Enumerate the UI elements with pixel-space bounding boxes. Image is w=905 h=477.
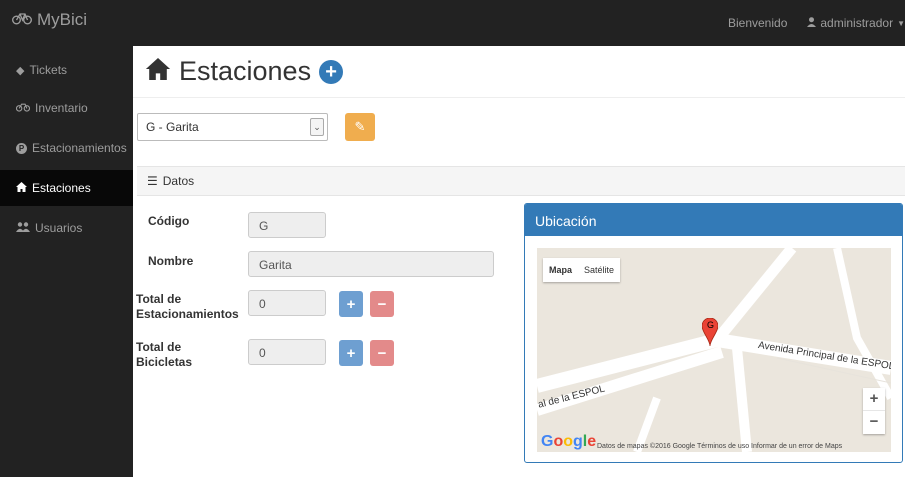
- estacionamientos-field[interactable]: 0: [248, 290, 326, 316]
- add-station-button[interactable]: +: [319, 59, 344, 84]
- label-line: Estacionamientos: [136, 307, 239, 321]
- brand-link[interactable]: MyBici: [12, 10, 87, 30]
- zoom-out-button[interactable]: −: [863, 411, 885, 434]
- map-type-control: Mapa Satélite: [543, 258, 621, 282]
- home-icon: [145, 56, 171, 87]
- location-panel: Ubicación Avenida Principal de la ESPOL …: [524, 203, 903, 463]
- estacionamientos-minus-button[interactable]: −: [370, 291, 394, 317]
- location-panel-title: Ubicación: [525, 204, 902, 236]
- nombre-label: Nombre: [148, 254, 194, 268]
- estacionamientos-label: Total de Estacionamientos: [136, 292, 248, 322]
- chevron-down-icon: ⌄: [310, 118, 324, 136]
- map-attribution: Datos de mapas ©2016 Google Términos de …: [597, 443, 843, 450]
- main-content: Estaciones + G - Garita ⌄ ✎ ☰ Datos Códi…: [133, 46, 905, 477]
- sidebar: ◆ Tickets Inventario P Estacionamientos …: [0, 46, 133, 477]
- google-logo: Google: [541, 433, 597, 450]
- bicicletas-minus-button[interactable]: −: [370, 340, 394, 366]
- label-line: Bicicletas: [136, 355, 193, 369]
- edit-icon: ✎: [354, 119, 366, 134]
- section-title: Datos: [162, 174, 195, 188]
- label-line: Total de: [136, 340, 182, 354]
- map-type-map-button[interactable]: Mapa: [543, 258, 578, 282]
- zoom-in-button[interactable]: +: [863, 388, 885, 411]
- page-title-text: Estaciones: [179, 56, 312, 86]
- zoom-control: + −: [863, 388, 885, 434]
- bicicletas-label: Total de Bicicletas: [136, 340, 192, 370]
- parking-icon: P: [16, 142, 27, 154]
- codigo-label: Código: [148, 214, 190, 228]
- home-icon: [16, 181, 27, 195]
- section-header: ☰ Datos: [137, 166, 905, 196]
- users-icon: [16, 221, 30, 235]
- welcome-link[interactable]: Bienvenido: [728, 16, 787, 30]
- codigo-field[interactable]: G: [248, 212, 326, 238]
- list-icon: ☰: [147, 174, 158, 188]
- sidebar-item-estaciones[interactable]: Estaciones: [0, 170, 133, 206]
- label-line: Total de: [136, 292, 182, 306]
- user-name: administrador: [820, 16, 894, 30]
- sidebar-item-label: Usuarios: [35, 221, 83, 235]
- bicicletas-plus-button[interactable]: +: [339, 340, 363, 366]
- sidebar-item-usuarios[interactable]: Usuarios: [0, 210, 133, 246]
- map-marker[interactable]: G: [701, 317, 719, 349]
- bicycle-icon: [12, 10, 32, 30]
- sidebar-item-estacionamientos[interactable]: P Estacionamientos: [0, 130, 133, 166]
- map-canvas[interactable]: Avenida Principal de la ESPOL al de la E…: [537, 248, 891, 452]
- sidebar-item-inventario[interactable]: Inventario: [0, 90, 133, 126]
- station-select[interactable]: G - Garita ⌄: [137, 113, 328, 141]
- bicicletas-field[interactable]: 0: [248, 339, 326, 365]
- ticket-icon: ◆: [16, 64, 25, 77]
- marker-label: G: [707, 320, 715, 330]
- bicycle-icon: [15, 101, 31, 115]
- user-menu[interactable]: administrador ▼: [807, 16, 905, 30]
- nombre-field[interactable]: Garita: [248, 251, 494, 277]
- sidebar-item-tickets[interactable]: ◆ Tickets: [0, 52, 133, 88]
- page-header: Estaciones +: [133, 46, 905, 98]
- edit-station-button[interactable]: ✎: [345, 113, 375, 141]
- sidebar-item-label: Inventario: [35, 101, 88, 115]
- sidebar-item-label: Estacionamientos: [32, 141, 127, 155]
- brand-label: MyBici: [37, 10, 88, 29]
- estacionamientos-plus-button[interactable]: +: [339, 291, 363, 317]
- station-select-value: G - Garita: [146, 120, 199, 134]
- user-icon: [807, 16, 817, 30]
- map-type-satellite-button[interactable]: Satélite: [578, 258, 620, 282]
- top-navbar: MyBici Bienvenido administrador ▼: [0, 0, 905, 46]
- sidebar-item-label: Tickets: [29, 63, 68, 77]
- caret-down-icon: ▼: [897, 18, 905, 28]
- page-title: Estaciones +: [145, 56, 344, 87]
- sidebar-item-label: Estaciones: [32, 181, 91, 195]
